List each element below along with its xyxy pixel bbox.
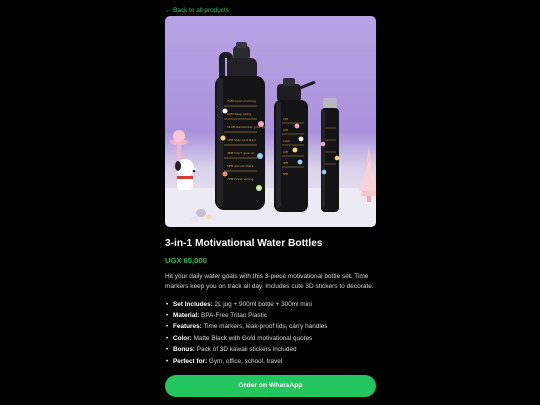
svg-text:5PM Almost there: 5PM Almost there [227, 164, 254, 168]
svg-text:9AM: 9AM [283, 129, 288, 132]
spec-item: • Bonus: Pack of 3D kawaii stickers inclu… [165, 344, 376, 355]
spec-item: • Material: BPA-Free Tritan Plastic [165, 310, 376, 321]
spec-value: Matte Black with Gold motivational quote… [191, 334, 313, 342]
back-to-products-link[interactable]: ← Back to all products [165, 6, 376, 16]
spec-value: Time markers, leak-proof lids, carry han… [201, 323, 328, 331]
spec-item: • Perfect for: Gym, office, school, trave… [165, 356, 376, 367]
bullet-icon: • [166, 334, 169, 342]
product-page: ← Back to all products 7AM Good morning … [0, 0, 540, 405]
spec-value: Gym, office, school, travel [207, 357, 283, 365]
spec-key: Color: [173, 334, 192, 342]
product-price: UGX 65,000 [165, 256, 207, 265]
bullet-icon: • [166, 323, 169, 331]
spec-item: • Color: Matte Black with Gold motivation… [165, 333, 376, 344]
svg-text:3PM Don't give up: 3PM Don't give up [227, 151, 254, 155]
spec-key: Bonus: [173, 346, 196, 354]
bullet-icon: • [166, 357, 169, 365]
svg-text:11AM: 11AM [283, 140, 290, 143]
bullet-icon: • [166, 300, 169, 308]
product-description: Hit your daily water goals with this 3-p… [165, 273, 374, 291]
bullet-icon: • [166, 346, 169, 354]
bottle-2l: 7AM Good morning 9AM Keep going 11AM Rem… [215, 42, 268, 210]
svg-text:9AM Keep going: 9AM Keep going [227, 112, 251, 116]
svg-text:7AM Good morning: 7AM Good morning [227, 99, 256, 103]
spec-key: Set Includes: [173, 300, 213, 308]
product-detail: ← Back to all products 7AM Good morning … [165, 6, 376, 398]
svg-text:7AM: 7AM [283, 118, 288, 121]
product-title: 3-in-1 Motivational Water Bottles [165, 238, 323, 249]
svg-text:1PM Stay hydrated: 1PM Stay hydrated [227, 138, 256, 142]
spec-value: BPA-Free Tritan Plastic [199, 312, 267, 319]
order-whatsapp-button[interactable]: Order on WhatsApp [165, 375, 376, 398]
bullet-icon: • [166, 312, 169, 319]
figurine-decor [175, 159, 196, 190]
spec-key: Perfect for: [173, 357, 208, 365]
product-specs-list: • Set Includes: 2L jug + 900ml bottle + 3… [165, 299, 376, 367]
spec-value: Pack of 3D kawaii stickers included [195, 346, 297, 354]
svg-text:7PM Finish strong: 7PM Finish strong [227, 177, 253, 181]
spec-value: 2L jug + 900ml bottle + 300ml mini [212, 300, 313, 308]
tree-decor [359, 146, 376, 202]
bottle-300ml [320, 98, 340, 212]
svg-text:5PM: 5PM [283, 173, 288, 176]
spec-key: Material: [173, 312, 200, 319]
svg-text:3PM: 3PM [283, 162, 288, 165]
spec-item: • Features: Time markers, leak-proof lids… [165, 321, 376, 332]
product-image: 7AM Good morning 9AM Keep going 11AM Rem… [165, 16, 376, 227]
svg-text:1PM: 1PM [283, 151, 288, 154]
spec-item: • Set Includes: 2L jug + 900ml bottle + 3… [165, 299, 376, 310]
spec-key: Features: [173, 323, 202, 331]
